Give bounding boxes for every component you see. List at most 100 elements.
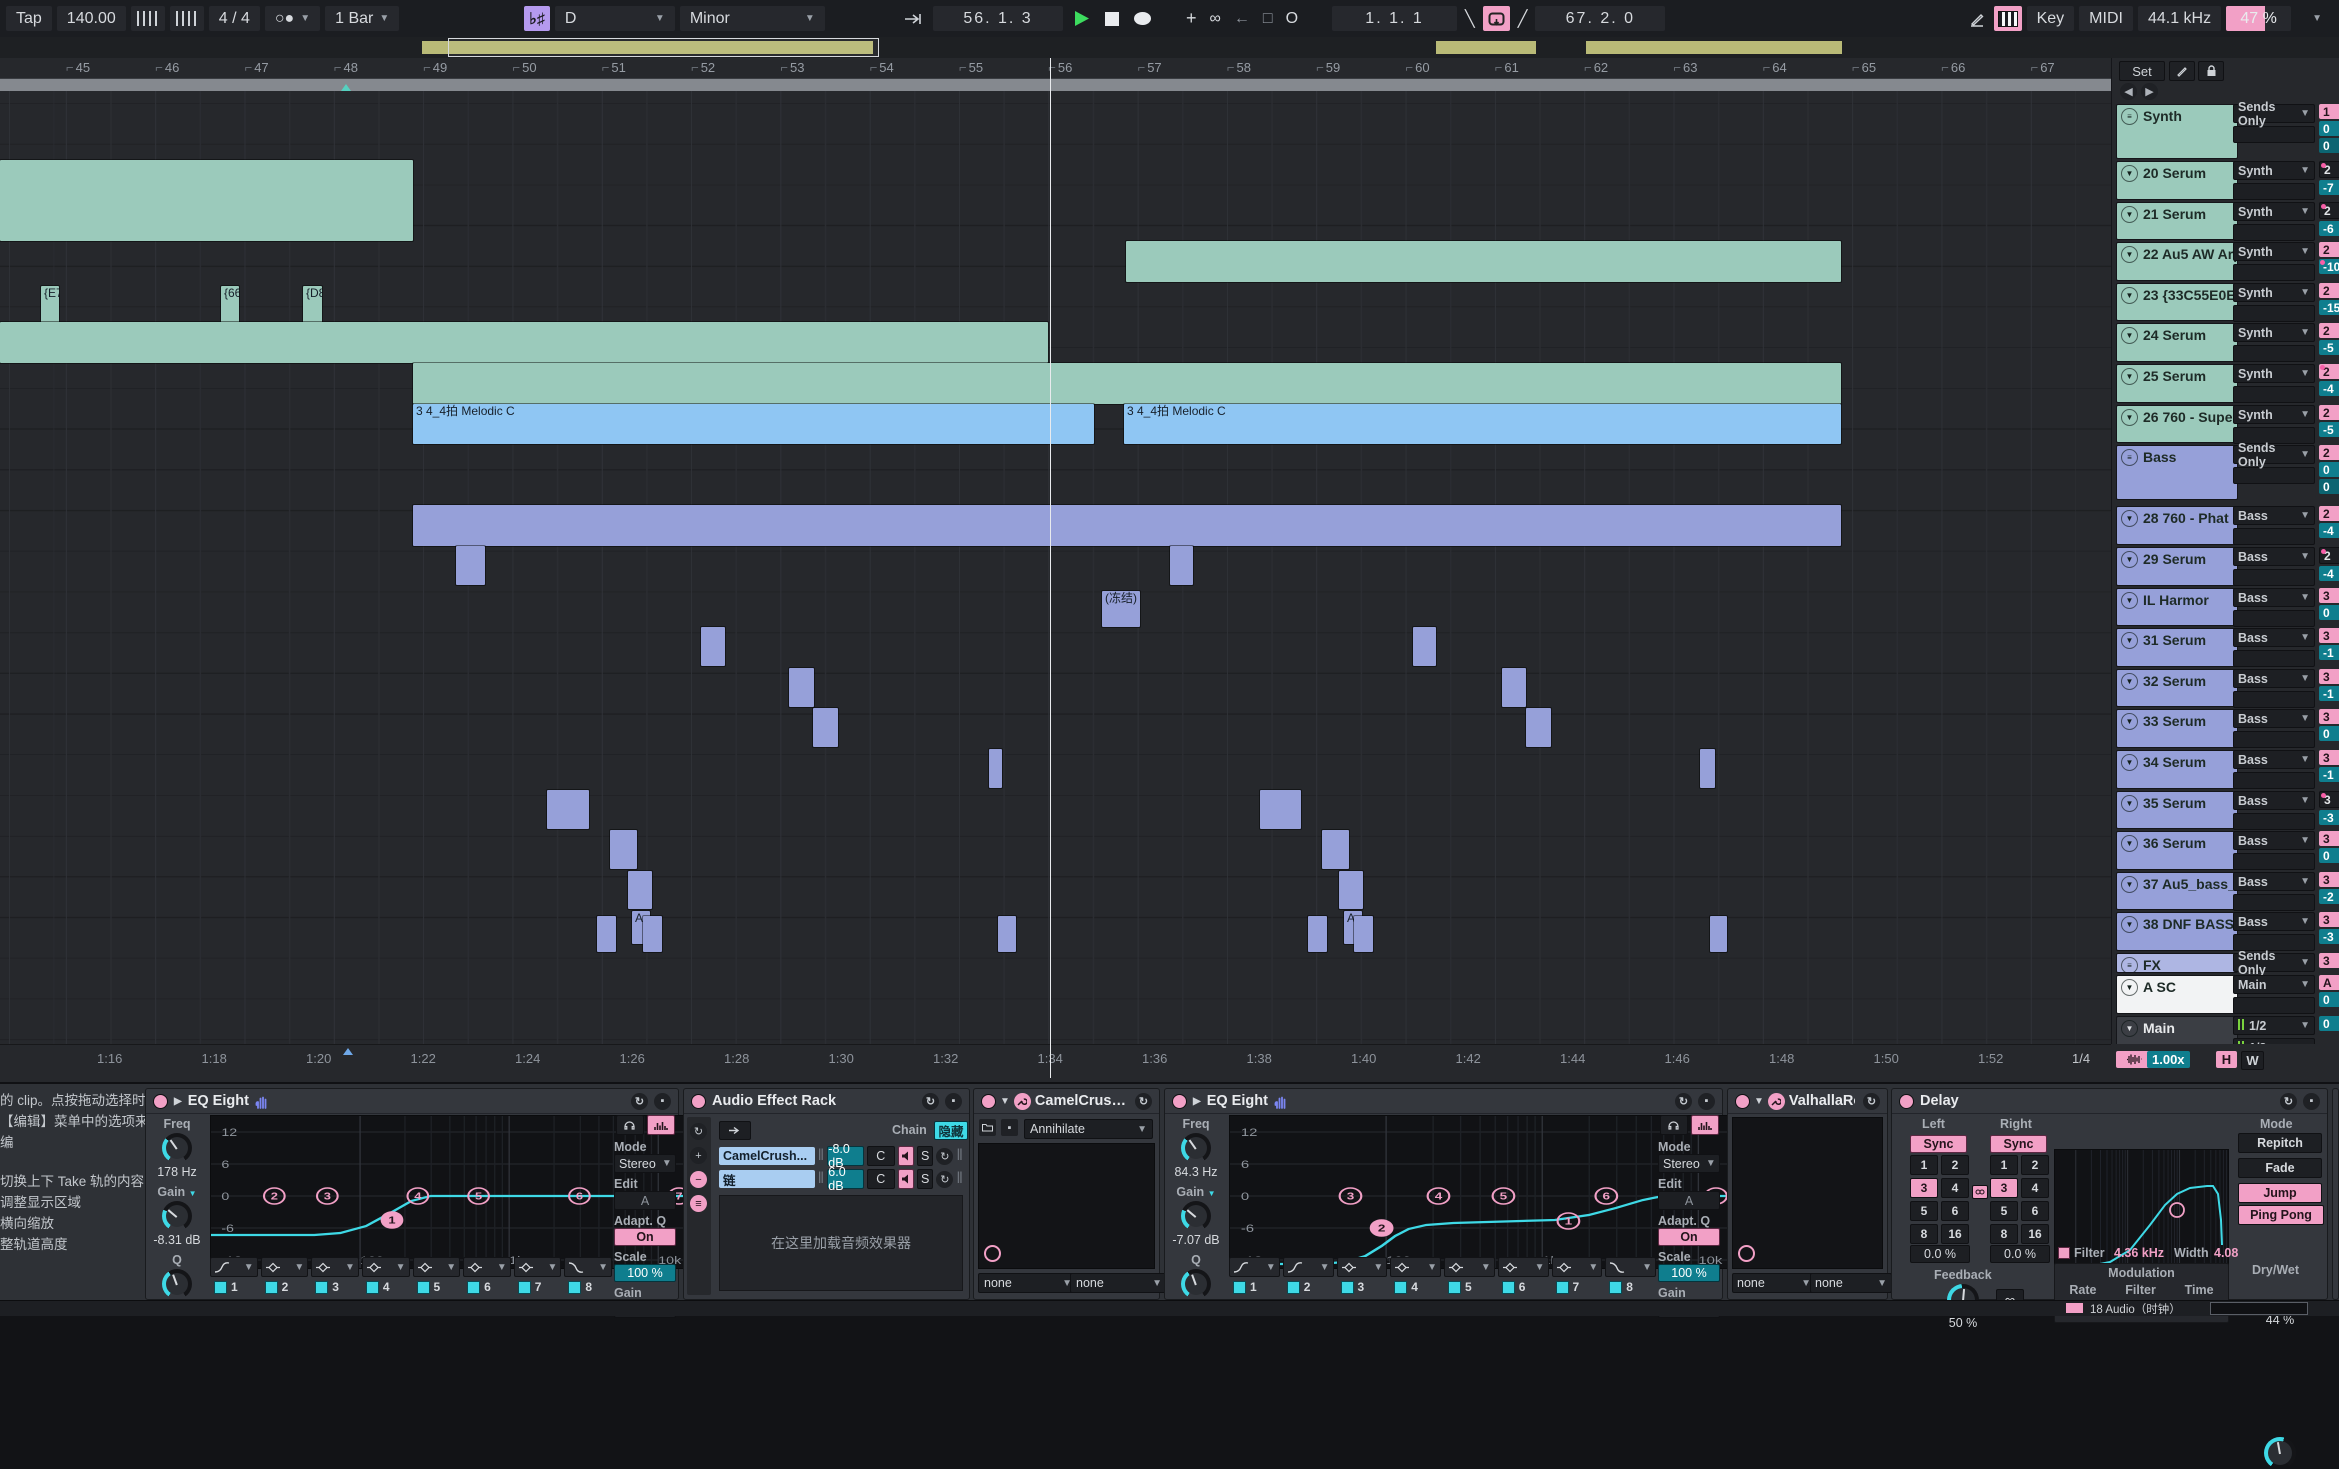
track-badge[interactable]: 3 (2319, 669, 2339, 684)
cpu-caret-icon[interactable]: ▼ (2296, 6, 2332, 31)
track-input-box[interactable] (2233, 126, 2315, 143)
track-fold-icon[interactable]: ▼ (2121, 592, 2138, 609)
chain-pan[interactable]: C (867, 1169, 895, 1189)
filter-slot-1[interactable]: ▼1 (210, 1257, 258, 1295)
chain-volume[interactable]: 6.0 dB (827, 1169, 864, 1189)
bottom-locator-marker[interactable] (343, 1048, 353, 1055)
plugin-edit-icon[interactable] (1768, 1093, 1785, 1110)
track-badge[interactable]: 2 (2319, 202, 2339, 219)
filter-on-checkbox[interactable] (2058, 1247, 2070, 1259)
delay-mode-fade[interactable]: Fade (2238, 1158, 2322, 1178)
delay-mode-jump[interactable]: Jump (2238, 1183, 2322, 1203)
filter-on-checkbox[interactable] (1502, 1281, 1515, 1294)
track-badge[interactable]: 3 (2319, 953, 2339, 968)
track-fold-icon[interactable]: ▼ (2121, 835, 2138, 852)
track-volume-value[interactable]: -7 (2319, 180, 2339, 195)
clip[interactable] (1339, 871, 1363, 909)
clip-34_4拍MelodicC[interactable]: 3 4_4拍 Melodic C (413, 404, 1094, 444)
track-routing-selector[interactable]: Sends Only▼ (2233, 104, 2315, 123)
stop-button[interactable] (1100, 6, 1124, 31)
filter-on-checkbox[interactable] (417, 1281, 430, 1294)
filter-on-checkbox[interactable] (467, 1281, 480, 1294)
spectrum-analyzer-icon[interactable] (647, 1115, 675, 1135)
track-routing-selector[interactable]: Synth▼ (2233, 242, 2315, 261)
freq-value[interactable]: 84.3 Hz (1165, 1165, 1227, 1179)
track-volume-value[interactable]: 0 (2319, 605, 2339, 620)
track-fold-icon[interactable]: ▼ (2121, 754, 2138, 771)
delay-offset-right[interactable]: 0.0 % (1990, 1245, 2050, 1263)
device-audio-effect-rack[interactable]: Audio Effect Rack ↻ ▪ ↻ + − ≡ Chain 隐藏 C… (683, 1088, 970, 1300)
beat-time-ruler[interactable]: ⌐45⌐46⌐47⌐48⌐49⌐50⌐51⌐52⌐53⌐54⌐55⌐56⌐57⌐… (0, 58, 2111, 78)
delay-mode-repitch[interactable]: Repitch (2238, 1133, 2322, 1153)
track-badge[interactable]: 3 (2319, 872, 2339, 887)
filter-slot-3[interactable]: ▼3 (311, 1257, 359, 1295)
macro-toggle-icon[interactable]: ↻ (690, 1123, 707, 1140)
filter-on-checkbox[interactable] (1394, 1281, 1407, 1294)
track-row-a-sc[interactable]: ▼A SCMain▼A0 (2114, 974, 2339, 1015)
spectrum-analyzer-icon[interactable] (1691, 1115, 1719, 1135)
gain-knob[interactable] (1181, 1201, 1211, 1231)
track-badge[interactable]: 3 (2319, 709, 2339, 724)
time-ruler[interactable]: 1/4 1:161:181:201:221:241:261:281:301:32… (0, 1044, 2111, 1083)
track-routing-selector[interactable]: Synth▼ (2233, 283, 2315, 302)
fold-icon[interactable]: ▶ (174, 1096, 182, 1107)
group-fold-icon[interactable]: ≡ (2121, 449, 2138, 466)
track-row-36-serum[interactable]: ▼36 SerumBass▼30 (2114, 830, 2339, 871)
track-volume-value[interactable]: -4 (2319, 566, 2339, 581)
tap-tempo-button[interactable]: Tap (6, 6, 52, 31)
zoom-height-button[interactable]: H (2216, 1051, 2237, 1068)
track-volume-value[interactable]: -4 (2319, 381, 2339, 396)
track-fold-icon[interactable]: ▼ (2121, 368, 2138, 385)
follow-icon[interactable] (900, 6, 928, 31)
hide-devices-icon[interactable]: − (690, 1171, 707, 1188)
map-mode-icon[interactable] (719, 1121, 751, 1140)
folder-icon[interactable] (979, 1119, 996, 1136)
filter-slot-4[interactable]: ▼4 (362, 1257, 410, 1295)
track-routing-selector[interactable]: Bass▼ (2233, 506, 2315, 525)
arrangement-position-field[interactable]: 56. 1. 3 (933, 6, 1063, 31)
arrangement-overview[interactable] (0, 37, 2339, 59)
track-row-il-harmor[interactable]: ▼IL HarmorBass▼30 (2114, 587, 2339, 627)
filter-on-checkbox[interactable] (366, 1281, 379, 1294)
overview-view-window[interactable] (448, 38, 879, 57)
filter-on-checkbox[interactable] (315, 1281, 328, 1294)
plugin-edit-icon[interactable] (1014, 1093, 1031, 1110)
track-volume-value[interactable]: 0 (2319, 462, 2339, 477)
chain-list-icon[interactable]: ≡ (690, 1195, 707, 1212)
mode-selector[interactable]: Stereo▼ (1658, 1154, 1720, 1173)
clip-D8[interactable]: {D8 (303, 286, 322, 323)
chain-hot-swap-icon[interactable]: ↻ (936, 1171, 953, 1188)
clip[interactable] (597, 916, 616, 952)
track-fold-icon[interactable]: ▼ (2121, 916, 2138, 933)
delay-beat-button-8[interactable]: 8 (1990, 1224, 2018, 1244)
track-badge[interactable]: 2 (2319, 547, 2339, 564)
plugin-param-dot-icon[interactable] (1738, 1245, 1755, 1262)
clip[interactable] (643, 916, 662, 952)
audition-headphone-icon[interactable] (1660, 1115, 1688, 1135)
filter-slot-1[interactable]: ▼1 (1229, 1257, 1280, 1295)
track-badge[interactable]: 2 (2319, 242, 2339, 257)
track-input-box[interactable] (2233, 610, 2315, 627)
chain-hot-swap-icon[interactable]: ↻ (936, 1148, 953, 1165)
device-on-icon[interactable] (691, 1094, 706, 1109)
region-icon[interactable]: □ (1259, 6, 1277, 31)
filter-freq-value[interactable]: 4.36 kHz (2114, 1246, 2164, 1260)
freq-value[interactable]: 178 Hz (146, 1165, 208, 1179)
chain-name[interactable]: CamelCrush... (719, 1147, 815, 1165)
hot-swap-icon[interactable]: ↻ (2280, 1093, 2297, 1110)
clip-冻结[interactable]: (冻结) (1102, 591, 1140, 627)
sidechain-selector-2[interactable]: none▼ (1070, 1273, 1168, 1293)
groove-selector[interactable]: ○●▼ (265, 6, 320, 31)
track-row-29-serum[interactable]: ▼29 SerumBass▼2-4 (2114, 546, 2339, 587)
filter-slot-2[interactable]: ▼2 (1283, 1257, 1334, 1295)
clip[interactable] (1260, 790, 1301, 829)
clip[interactable] (998, 916, 1016, 952)
loop-button[interactable] (1483, 6, 1510, 31)
track-row-33-serum[interactable]: ▼33 SerumBass▼30 (2114, 708, 2339, 749)
device-delay[interactable]: Delay ↻ ▪ Left Right Sync Sync 123456816… (1891, 1088, 2328, 1300)
clip[interactable] (610, 830, 637, 869)
track-routing-selector[interactable]: Bass▼ (2233, 709, 2315, 728)
chain-solo-button[interactable]: S (917, 1169, 933, 1189)
device-valhalla-reverb[interactable]: ▼ ValhallaRo... ↻ none▼ none▼ (1727, 1088, 1888, 1300)
track-row-22-au5-aw-arp[interactable]: ▼22 Au5 AW ArpSynth▼2-10 (2114, 241, 2339, 282)
